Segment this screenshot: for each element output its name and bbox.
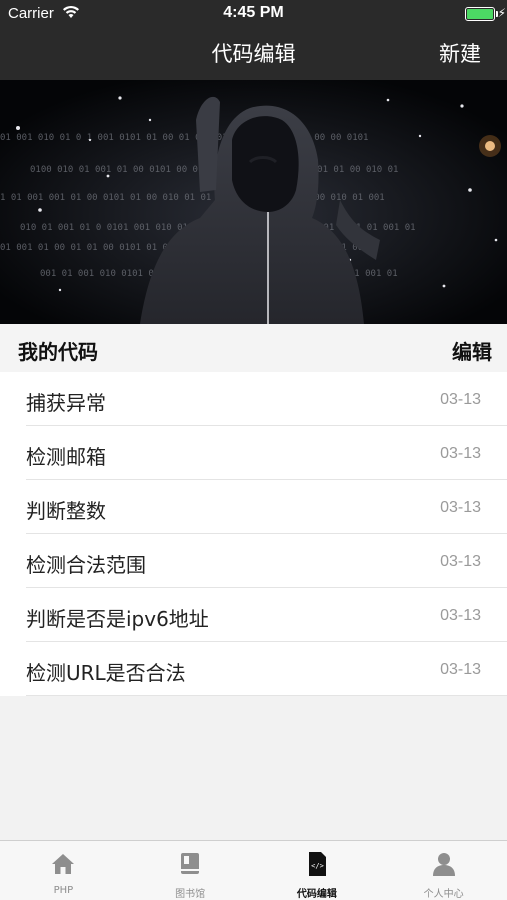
item-date: 03-13 <box>440 391 481 408</box>
tab-label: 代码编辑 <box>296 889 337 900</box>
svg-text:1 01 001 001 01 00 0101 01 00: 1 01 001 001 01 00 0101 01 00 010 01 01 … <box>0 193 385 203</box>
item-date: 03-13 <box>440 445 481 462</box>
code-file-icon: </> <box>308 852 326 876</box>
item-name: 检测URL是否合法 <box>26 661 186 685</box>
item-name: 检测邮箱 <box>26 445 106 469</box>
section-title: 我的代码 <box>18 340 98 364</box>
list-item[interactable]: 检测邮箱 03-13 <box>0 426 507 480</box>
edit-button[interactable]: 编辑 <box>452 336 492 365</box>
item-date: 03-13 <box>440 607 481 624</box>
list-item[interactable]: 判断整数 03-13 <box>0 480 507 534</box>
user-icon <box>432 853 455 876</box>
tab-label: 个人中心 <box>423 889 464 900</box>
battery-icon <box>465 7 495 21</box>
home-icon <box>52 854 75 874</box>
item-name: 捕获异常 <box>26 391 106 415</box>
clock: 4:45 PM <box>223 4 284 21</box>
tab-php[interactable]: PHP <box>0 841 127 900</box>
tab-label: 图书馆 <box>175 889 206 900</box>
divider <box>26 695 507 696</box>
item-date: 03-13 <box>440 553 481 570</box>
navigation-bar: Carrier 4:45 PM ⚡ 代码编辑 新建 <box>0 0 507 80</box>
section-header: 我的代码 编辑 <box>0 324 507 372</box>
tab-profile[interactable]: 个人中心 <box>380 841 507 900</box>
list-item[interactable]: 判断是否是ipv6地址 03-13 <box>0 588 507 642</box>
page-title: 代码编辑 <box>211 42 296 66</box>
hacker-illustration: 01 001 010 01 0 1 001 0101 01 00 01 001 … <box>0 80 507 324</box>
hero-banner: 01 001 010 01 0 1 001 0101 01 00 01 001 … <box>0 80 507 324</box>
book-icon <box>181 853 200 874</box>
tab-library[interactable]: 图书馆 <box>127 841 254 900</box>
status-bar: Carrier 4:45 PM ⚡ <box>0 0 507 28</box>
tab-label: PHP <box>53 885 74 896</box>
item-date: 03-13 <box>440 499 481 516</box>
item-name: 判断整数 <box>26 499 106 523</box>
code-list: 捕获异常 03-13 检测邮箱 03-13 判断整数 03-13 检测合法范围 … <box>0 372 507 696</box>
list-item[interactable]: 检测合法范围 03-13 <box>0 534 507 588</box>
item-name: 判断是否是ipv6地址 <box>26 607 209 631</box>
item-name: 检测合法范围 <box>26 553 146 577</box>
new-button[interactable]: 新建 <box>439 38 481 68</box>
tab-code-edit[interactable]: </> 代码编辑 <box>254 841 381 900</box>
tab-bar: PHP 图书馆 </> 代码编辑 个人中心 <box>0 840 507 900</box>
list-item[interactable]: 捕获异常 03-13 <box>0 372 507 426</box>
svg-text:</>: </> <box>311 862 324 870</box>
item-date: 03-13 <box>440 661 481 678</box>
list-item[interactable]: 检测URL是否合法 03-13 <box>0 642 507 696</box>
charging-icon: ⚡ <box>497 6 506 20</box>
